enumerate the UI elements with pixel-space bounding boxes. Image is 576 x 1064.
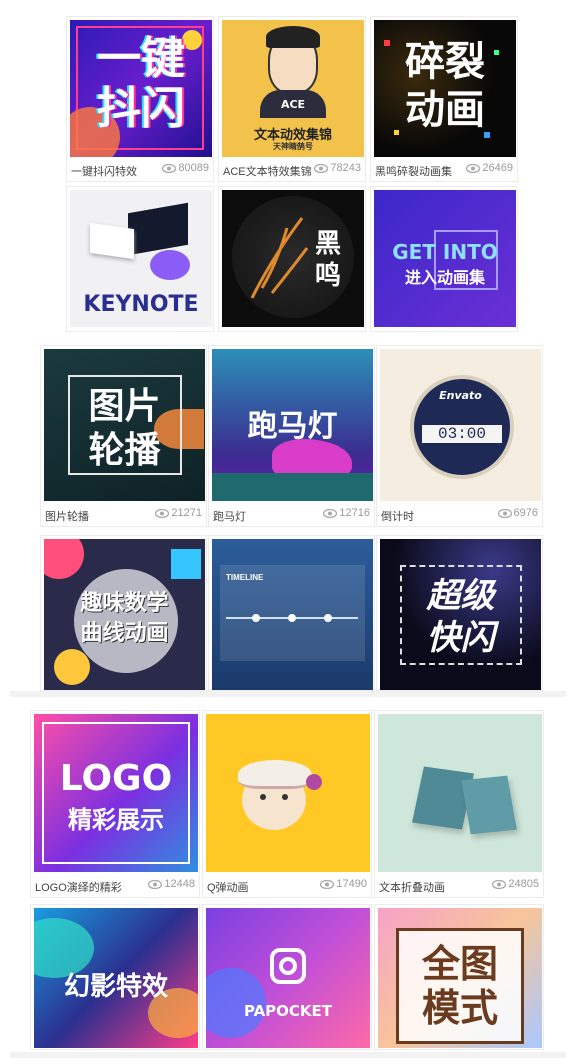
card-daojishi[interactable]: Envato 03:00 倒计时 6976 (376, 345, 543, 527)
eye-icon (314, 163, 329, 173)
thumbnail-zhedie[interactable] (378, 714, 542, 872)
thumb-text: Envato (439, 389, 482, 402)
thumb-text: 跑马灯 (247, 409, 338, 444)
card-title: 跑马灯 (213, 511, 246, 523)
eye-icon (320, 879, 335, 889)
thumb-text: 趣味数学 曲线动画 (80, 591, 169, 646)
view-count: 26469 (466, 162, 513, 174)
thumbnail-lunbo[interactable]: 图片 轮播 (44, 349, 205, 501)
view-count: 80089 (162, 162, 209, 174)
card-paomadeng[interactable]: 跑马灯 跑马灯 12716 (208, 345, 375, 527)
thumb-text: 图片 轮播 (88, 386, 161, 471)
thumb-subtitle: 进入动画集 (404, 268, 485, 287)
thumbnail-keynote[interactable]: KEYNOTE (70, 190, 212, 327)
card-keynote[interactable]: KEYNOTE (66, 186, 214, 332)
thumb-text: 黑 鸣 (314, 229, 341, 291)
view-count: 6976 (497, 507, 538, 519)
view-count: 17490 (320, 878, 367, 890)
card-title: 一键抖闪特效 (71, 166, 137, 178)
card-title: ACE文本特效集锦 (223, 166, 312, 178)
card-get-into[interactable]: GET INTO 进入动画集 (370, 186, 518, 332)
thumbnail-suilie[interactable]: 碎裂 动画 (374, 20, 516, 157)
eye-icon (155, 508, 170, 518)
thumbnail-heiming[interactable]: 黑 鸣 (222, 190, 364, 327)
eye-icon (492, 879, 507, 889)
card-wenben-zhedie[interactable]: 文本折叠动画 24805 (374, 710, 544, 898)
thumbnail-huanying[interactable]: 幻影特效 (34, 908, 198, 1048)
thumb-text: TIMELINE (226, 573, 264, 582)
section-divider (10, 1052, 566, 1058)
card-quwei-shuxue[interactable]: 趣味数学 曲线动画 (40, 535, 207, 691)
card-timeline[interactable]: TIMELINE (208, 535, 375, 691)
card-logo[interactable]: LOGO 精彩展示 LOGO演绎的精彩 12448 (30, 710, 200, 898)
card-suilie[interactable]: 碎裂 动画 黑鸣碎裂动画集 26469 (370, 16, 518, 182)
card-title: 图片轮播 (45, 511, 89, 523)
countdown-display: 03:00 (420, 423, 504, 445)
view-count: 21271 (155, 507, 202, 519)
card-quantu-moshi[interactable]: 全图 模式 (374, 904, 544, 1050)
thumb-subtitle-small: 天神睛鹄号 (273, 142, 313, 151)
thumbnail-yijian[interactable]: 一键 抖闪 (70, 20, 212, 157)
eye-icon (323, 508, 338, 518)
eye-icon (162, 163, 177, 173)
thumbnail-get-into[interactable]: GET INTO 进入动画集 (374, 190, 516, 327)
card-papocket[interactable]: PAPOCKET (202, 904, 372, 1050)
thumbnail-quantu[interactable]: 全图 模式 (378, 908, 542, 1048)
card-chaoji-kuaishan[interactable]: 超级 快闪 (376, 535, 543, 691)
thumb-text: PAPOCKET (243, 1002, 333, 1020)
view-count: 24805 (492, 878, 539, 890)
thumbnail-shuxue[interactable]: 趣味数学 曲线动画 (44, 539, 205, 690)
card-title: LOGO演绎的精彩 (35, 882, 122, 894)
view-count: 78243 (314, 162, 361, 174)
thumb-text: 幻影特效 (63, 972, 168, 1002)
thumbnail-paomadeng[interactable]: 跑马灯 (212, 349, 373, 501)
eye-icon (497, 508, 512, 518)
thumbnail-timeline[interactable]: TIMELINE (212, 539, 373, 690)
card-ace[interactable]: ACE 文本动效集锦 天神睛鹄号 ACE文本特效集锦 78243 (218, 16, 366, 182)
card-title: 文本折叠动画 (379, 882, 445, 894)
view-count: 12716 (323, 507, 370, 519)
card-tupian-lunbo[interactable]: 图片 轮播 图片轮播 21271 (40, 345, 207, 527)
thumbnail-kuaishan[interactable]: 超级 快闪 (380, 539, 541, 690)
thumbnail-qtan[interactable] (206, 714, 370, 872)
thumb-text: KEYNOTE (83, 292, 199, 317)
thumb-text: 超级 快闪 (426, 576, 495, 658)
thumb-subtitle: 精彩展示 (68, 806, 164, 834)
thumb-text: ACE (280, 98, 306, 111)
card-title: 黑鸣碎裂动画集 (375, 166, 452, 178)
thumbnail-papocket[interactable]: PAPOCKET (206, 908, 370, 1048)
eye-icon (148, 879, 163, 889)
thumb-text: 全图 模式 (421, 942, 498, 1030)
thumbnail-logo[interactable]: LOGO 精彩展示 (34, 714, 198, 872)
card-qtan[interactable]: Q弹动画 17490 (202, 710, 372, 898)
section-divider (10, 691, 566, 697)
card-heiming[interactable]: 黑 鸣 (218, 186, 366, 332)
thumb-text: LOGO (59, 758, 173, 799)
eye-icon (466, 163, 481, 173)
thumbnail-daojishi[interactable]: Envato 03:00 (380, 349, 541, 501)
thumb-text: 碎裂 动画 (405, 39, 485, 133)
card-title: Q弹动画 (207, 882, 249, 894)
papocket-logo-icon (270, 948, 306, 984)
view-count: 12448 (148, 878, 195, 890)
thumbnail-ace[interactable]: ACE 文本动效集锦 天神睛鹄号 (222, 20, 364, 157)
thumb-text: 一键 抖闪 (97, 33, 185, 134)
card-huanying[interactable]: 幻影特效 (30, 904, 200, 1050)
card-yijian-doushan[interactable]: 一键 抖闪 一键抖闪特效 80089 (66, 16, 214, 182)
thumb-text: GET INTO (392, 240, 498, 264)
card-title: 倒计时 (381, 511, 414, 523)
